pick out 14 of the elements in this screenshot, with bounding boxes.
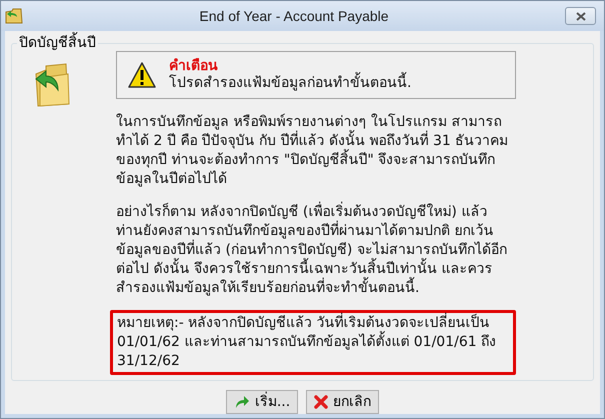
close-icon xyxy=(314,395,328,409)
warning-title: คำเตือน xyxy=(169,58,218,74)
app-icon xyxy=(5,8,23,24)
forward-arrow-icon xyxy=(234,395,250,409)
cancel-button[interactable]: ยกเลิก xyxy=(306,390,380,414)
group-title: ปิดบัญชีสิ้นปี xyxy=(17,33,98,53)
close-button[interactable] xyxy=(565,7,596,25)
start-button[interactable]: เริ่ม... xyxy=(226,390,298,414)
note-text: หมายเหตุ:- หลังจากปิดบัญชีแล้ว วันที่เริมต้นงวดจะเปลี่ยนเป็น 01/01/62 และท่านสามารถบันทึกข้อมูลได้ตั้งแต่ 01/01/61 ถึง 31/12/62 xyxy=(117,314,509,371)
window-title: End of Year - Account Payable xyxy=(198,6,390,26)
paragraph: อย่างไรก็ตาม หลังจากปิดบัญชี (เพื่อเริ่มต้นงวดบัญชีใหม่) แล้ว ท่านยังคงสามารถบันทึกข้อมูลของปีที่ผ่านมาได้ตามปกติ ยกเว้น ข้อมูลของปีที่แล้ว (ก่อนทำการปิดบัญชี) จะไม่สามารถบันทึกได้อีกต่อไป ดังนั้น จึงควรใช้รายการนี้เฉพาะวันสิ้นปีเท่านั้น และควรสำรองแฟ้มข้อมูลให้เรียบร้อยก่อนที่จะทำขั้นตอนนี้. xyxy=(116,203,516,298)
paragraph: ในการบันทึกข้อมูล หรือพิมพ์รายงานต่างๆ ในโปรแกรม สามารถทำได้ 2 ปี คือ ปีปัจจุบัน กับ ปีที่แล้ว ดังนั้น พอถึงวันที่ 31 ธันวาคม ของทุกปี ท่านจะต้องทำการ "ปิดบัญชีสิ้นปี" จึงจะสามารถบันทึกข้อมูลในปีต่อไปได้ xyxy=(116,113,510,189)
close-icon xyxy=(576,12,586,20)
warning-icon xyxy=(127,61,157,89)
